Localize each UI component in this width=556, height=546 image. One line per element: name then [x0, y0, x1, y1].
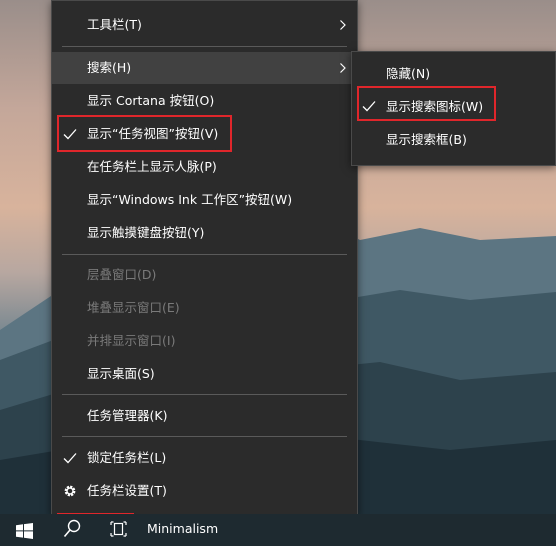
menu-item-label: 工具栏(T) — [87, 17, 142, 32]
menu-item-label: 在任务栏上显示人脉(P) — [87, 159, 217, 174]
menu-item-label: 显示 Cortana 按钮(O) — [87, 93, 215, 108]
gear-icon — [64, 485, 76, 497]
menu-item-lock-taskbar[interactable]: 锁定任务栏(L) — [52, 442, 357, 474]
menu-item-show-windows-ink[interactable]: 显示“Windows Ink 工作区”按钮(W) — [52, 184, 357, 216]
menu-item-label: 显示搜索框(B) — [386, 132, 467, 147]
windows-logo-icon[interactable] — [16, 523, 33, 539]
menu-item-label: 显示触摸键盘按钮(Y) — [87, 225, 205, 240]
menu-separator — [62, 254, 347, 255]
submenu-item-show-search-box[interactable]: 显示搜索框(B) — [352, 123, 555, 156]
menu-item-label: 层叠窗口(D) — [87, 267, 157, 282]
menu-item-stack-windows: 堆叠显示窗口(E) — [52, 292, 357, 324]
menu-item-label: 搜索(H) — [87, 60, 132, 75]
check-icon — [63, 129, 77, 140]
menu-item-label: 锁定任务栏(L) — [87, 450, 167, 465]
search-icon[interactable] — [63, 519, 81, 539]
menu-item-show-cortana[interactable]: 显示 Cortana 按钮(O) — [52, 85, 357, 117]
menu-item-show-touch-keyboard[interactable]: 显示触摸键盘按钮(Y) — [52, 217, 357, 249]
taskbar-app-label[interactable]: Minimalism — [147, 514, 218, 546]
menu-item-label: 隐藏(N) — [386, 66, 431, 81]
menu-item-toolbars[interactable]: 工具栏(T) — [52, 9, 357, 41]
menu-item-taskbar-settings[interactable]: 任务栏设置(T) — [52, 475, 357, 507]
taskbar — [0, 514, 556, 546]
menu-separator — [62, 394, 347, 395]
taskbar-context-menu: 工具栏(T) 搜索(H) 显示 Cortana 按钮(O) 显示“任务视图”按钮… — [51, 0, 358, 517]
task-view-icon[interactable] — [110, 521, 127, 537]
menu-separator — [62, 46, 347, 47]
menu-item-show-task-view[interactable]: 显示“任务视图”按钮(V) — [52, 118, 357, 150]
menu-item-label: 并排显示窗口(I) — [87, 333, 176, 348]
chevron-right-icon — [340, 20, 346, 30]
search-submenu: 隐藏(N) 显示搜索图标(W) 显示搜索框(B) — [351, 51, 556, 166]
menu-item-search[interactable]: 搜索(H) — [52, 52, 357, 84]
menu-item-show-desktop[interactable]: 显示桌面(S) — [52, 358, 357, 390]
submenu-item-hidden[interactable]: 隐藏(N) — [352, 57, 555, 90]
submenu-item-show-search-icon[interactable]: 显示搜索图标(W) — [352, 90, 555, 123]
menu-item-label: 显示搜索图标(W) — [386, 99, 484, 114]
menu-item-show-people[interactable]: 在任务栏上显示人脉(P) — [52, 151, 357, 183]
menu-item-cascade-windows: 层叠窗口(D) — [52, 259, 357, 291]
check-icon — [63, 453, 77, 464]
menu-item-label: 任务管理器(K) — [87, 408, 168, 423]
menu-item-label: 显示“Windows Ink 工作区”按钮(W) — [87, 192, 293, 207]
menu-item-task-manager[interactable]: 任务管理器(K) — [52, 400, 357, 432]
menu-item-label: 任务栏设置(T) — [87, 483, 167, 498]
menu-item-side-by-side-windows: 并排显示窗口(I) — [52, 325, 357, 357]
menu-item-label: 显示“任务视图”按钮(V) — [87, 126, 219, 141]
menu-item-label: 堆叠显示窗口(E) — [87, 300, 180, 315]
menu-item-label: 显示桌面(S) — [87, 366, 155, 381]
check-icon — [362, 101, 376, 112]
menu-separator — [62, 436, 347, 437]
chevron-right-icon — [340, 63, 346, 73]
